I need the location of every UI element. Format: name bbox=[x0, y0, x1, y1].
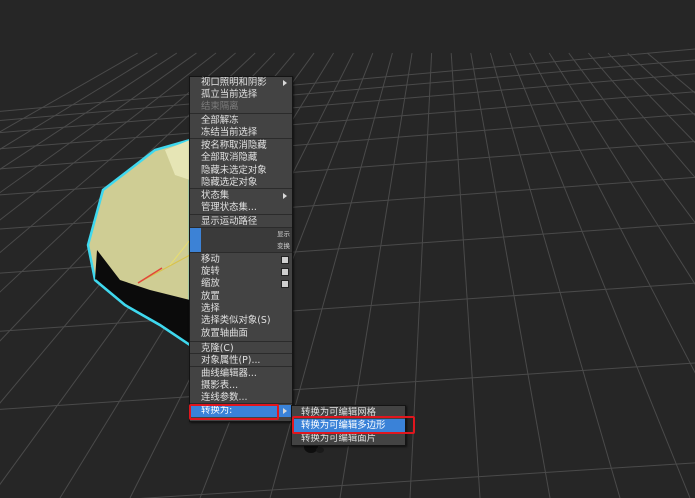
quad-menu-item-label: 旋转 bbox=[201, 266, 220, 277]
quad-menu-item[interactable]: 放置轴曲面 bbox=[190, 328, 292, 340]
quad-menu-item[interactable]: 对象属性(P)... bbox=[190, 355, 292, 367]
quad-menu-item-label: 选择 bbox=[201, 303, 220, 314]
quad-menu-item-label: 放置 bbox=[201, 291, 220, 302]
quad-menu-item-label: 隐藏未选定对象 bbox=[201, 165, 267, 176]
quad-menu-item[interactable]: 选择类似对象(S) bbox=[190, 315, 292, 327]
quad-menu-item-label: 全部取消隐藏 bbox=[201, 152, 258, 163]
quad-menu-item-label: 选择类似对象(S) bbox=[201, 315, 271, 326]
quad-menu-item-label: 显示运动路径 bbox=[201, 216, 258, 227]
menu-separator bbox=[190, 341, 292, 342]
quad-color-swatch bbox=[190, 228, 201, 240]
quad-menu-item-label: 对象属性(P)... bbox=[201, 355, 261, 366]
grid-line bbox=[0, 59, 695, 122]
quad-menu-item-label: 放置轴曲面 bbox=[201, 328, 248, 339]
quad-menu-item[interactable]: 结束隔离 bbox=[190, 101, 292, 113]
quad-menu-item-label: 孤立当前选择 bbox=[201, 89, 258, 100]
grid-line bbox=[139, 462, 695, 498]
quad-menu-item-label: 曲线编辑器... bbox=[201, 368, 257, 379]
quad-menu-item-label: 管理状态集... bbox=[201, 202, 257, 213]
quad-menu-item[interactable]: 状态集 bbox=[190, 190, 292, 202]
quad-menu-item-label: 缩放 bbox=[201, 278, 220, 289]
quad-menu-item[interactable]: 显示运动路径 bbox=[190, 216, 292, 228]
quad-label-text: 变换 bbox=[277, 242, 290, 250]
quad-menu-item[interactable]: 冻结当前选择 bbox=[190, 127, 292, 139]
quad-menu-item[interactable]: 孤立当前选择 bbox=[190, 89, 292, 101]
grid-line bbox=[0, 91, 695, 150]
grid-line bbox=[627, 52, 695, 116]
quad-menu-item[interactable]: 全部解冻 bbox=[190, 115, 292, 127]
menu-separator bbox=[190, 252, 292, 253]
quad-menu-item[interactable]: 放置 bbox=[190, 291, 292, 303]
quad-menu-item[interactable]: 连线参数... bbox=[190, 392, 292, 404]
quad-menu-item[interactable]: 曲线编辑器... bbox=[190, 368, 292, 380]
quad-menu-item-label: 全部解冻 bbox=[201, 115, 239, 126]
menu-separator bbox=[190, 214, 292, 215]
quad-menu-item-label: 视口照明和阴影 bbox=[201, 77, 267, 88]
quad-menu-item[interactable]: 视口照明和阴影 bbox=[190, 77, 292, 89]
grid-line bbox=[450, 53, 481, 498]
quad-menu-item[interactable]: 旋转 bbox=[190, 266, 292, 278]
quad-label-text: 显示 bbox=[277, 230, 290, 238]
option-box-icon[interactable] bbox=[281, 268, 289, 276]
option-box-icon[interactable] bbox=[281, 280, 289, 288]
selected-object[interactable] bbox=[86, 138, 192, 348]
grid-line bbox=[646, 52, 695, 94]
arrow-right-icon bbox=[283, 408, 287, 414]
arrow-right-icon bbox=[283, 80, 287, 86]
quad-menu-item[interactable]: 管理状态集... bbox=[190, 202, 292, 214]
quad-menu-item[interactable]: 选择 bbox=[190, 303, 292, 315]
quad-menu-item[interactable]: 移动 bbox=[190, 254, 292, 266]
submenu-item-label: 转换为可编辑面片 bbox=[301, 433, 377, 444]
arrow-right-icon bbox=[283, 193, 287, 199]
quad-menu-item[interactable]: 隐藏未选定对象 bbox=[190, 165, 292, 177]
quad-menu-item-label: 按名称取消隐藏 bbox=[201, 140, 267, 151]
quad-menu-item-label: 连线参数... bbox=[201, 392, 248, 403]
menu-separator bbox=[190, 113, 292, 114]
quad-menu-item-label: 移动 bbox=[201, 254, 220, 265]
annotation-box-convert-to bbox=[189, 404, 279, 420]
quad-menu-item-label: 隐藏选定对象 bbox=[201, 177, 258, 188]
option-box-icon[interactable] bbox=[281, 256, 289, 264]
grid-line bbox=[509, 52, 691, 498]
grid-line bbox=[489, 52, 621, 498]
quad-label-transform: 变换 bbox=[190, 240, 292, 252]
grid-line bbox=[588, 52, 695, 179]
quad-menu-item[interactable]: 按名称取消隐藏 bbox=[190, 140, 292, 152]
quad-menu-item-label: 冻结当前选择 bbox=[201, 127, 258, 138]
quad-menu-item-label: 状态集 bbox=[201, 190, 230, 201]
quad-menu-item-label: 结束隔离 bbox=[201, 101, 239, 112]
quad-color-swatch bbox=[190, 240, 201, 252]
quad-menu-item-label: 克隆(C) bbox=[201, 343, 234, 354]
quad-menu-item[interactable]: 全部取消隐藏 bbox=[190, 152, 292, 164]
quad-menu-item[interactable]: 克隆(C) bbox=[190, 343, 292, 355]
annotation-box-editable-poly bbox=[292, 416, 415, 434]
quad-label-display: 显示 bbox=[190, 228, 292, 240]
quad-menu-item[interactable]: 摄影表... bbox=[190, 380, 292, 392]
quad-menu-item[interactable]: 隐藏选定对象 bbox=[190, 177, 292, 189]
quad-menu: 显示变换 视口照明和阴影 孤立当前选择 结束隔离全部解冻 冻结当前选择 按名称取消隐藏 全部… bbox=[189, 76, 293, 422]
quad-menu-item[interactable]: 缩放 bbox=[190, 278, 292, 290]
grid-line bbox=[568, 52, 695, 224]
quad-menu-item-label: 摄影表... bbox=[201, 380, 239, 391]
grid-line bbox=[470, 52, 551, 498]
